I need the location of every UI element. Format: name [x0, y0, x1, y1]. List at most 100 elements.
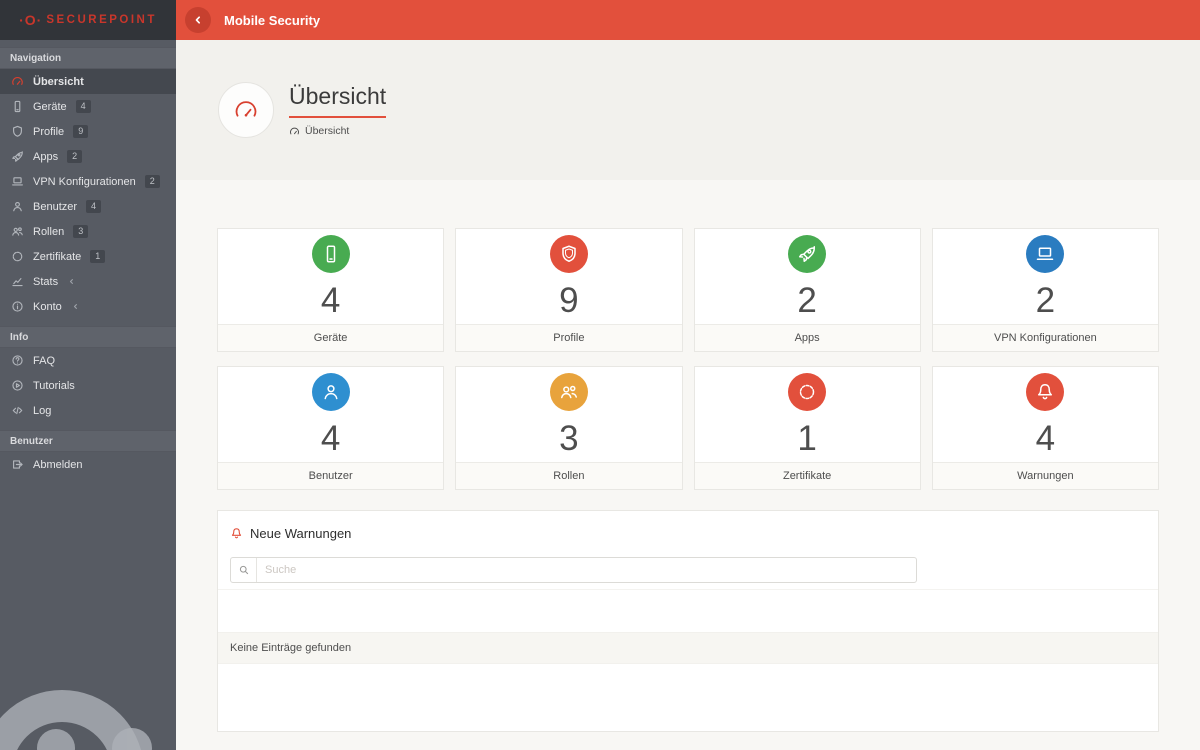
smartphone-icon — [311, 235, 350, 273]
card-value: 3 — [559, 419, 579, 458]
sidebar-item-label: Benutzer — [33, 200, 78, 213]
sidebar-item-profile[interactable]: Profile 9 — [0, 119, 176, 144]
sidebar-item-label: VPN Konfigurationen — [33, 175, 136, 188]
card-value: 4 — [320, 281, 341, 320]
card-rollen[interactable]: 3 Rollen — [455, 366, 683, 490]
back-button[interactable] — [185, 7, 211, 33]
rocket-icon — [788, 235, 827, 273]
sidebar-item-label: Apps — [33, 150, 59, 163]
card-value: 9 — [559, 281, 579, 320]
question-circle-icon — [10, 354, 24, 368]
card-label: Geräte — [218, 324, 444, 351]
card-label: Warnungen — [932, 462, 1158, 489]
sidebar-item-label: Stats — [33, 275, 59, 288]
card-zertifikate[interactable]: 1 Zertifikate — [693, 366, 921, 490]
sidebar-item-apps[interactable]: Apps 2 — [0, 144, 176, 169]
logo-brand-name: SECUREPOINT — [46, 14, 157, 26]
card-vpn-konfigurationen[interactable]: 2 VPN Konfigurationen — [931, 228, 1159, 352]
sidebar-item-log[interactable]: Log — [0, 398, 176, 423]
card-benutzer[interactable]: 4 Benutzer — [217, 366, 445, 490]
sidebar-item-label: Profile — [33, 125, 65, 138]
rocket-icon — [10, 150, 24, 164]
card-label: Rollen — [456, 462, 682, 489]
sidebar-item-geraete[interactable]: Geräte 4 — [0, 94, 176, 119]
sidebar-section-benutzer: Benutzer — [0, 430, 176, 452]
securepoint-watermark-logo — [0, 690, 152, 750]
sidebar-item-rollen[interactable]: Rollen 3 — [0, 219, 176, 244]
topbar: Mobile Security — [176, 0, 1200, 40]
laptop-icon — [10, 175, 24, 189]
chevron-left-icon — [192, 14, 204, 26]
sidebar-item-stats[interactable]: Stats — [0, 269, 176, 294]
count-badge: 2 — [67, 150, 83, 163]
breadcrumb-label: Übersicht — [305, 125, 350, 137]
sidebar-item-label: Rollen — [33, 225, 65, 238]
card-label: Apps — [694, 324, 920, 351]
logout-icon — [10, 458, 24, 472]
certificate-icon — [788, 373, 827, 411]
logo-o-mark: ·O· — [19, 12, 43, 28]
card-label: Profile — [456, 324, 682, 351]
sidebar-item-zertifikate[interactable]: Zertifikate 1 — [0, 244, 176, 269]
empty-state-message: Keine Einträge gefunden — [218, 632, 1158, 664]
card-value: 1 — [797, 419, 817, 458]
laptop-icon — [1026, 235, 1065, 273]
sidebar-section-info: Info — [0, 326, 176, 348]
count-badge: 1 — [90, 250, 106, 263]
code-icon — [10, 404, 24, 418]
card-label: Zertifikate — [694, 462, 920, 489]
card-warnungen[interactable]: 4 Warnungen — [931, 366, 1159, 490]
card-value: 2 — [797, 281, 817, 320]
sidebar-item-uebersicht[interactable]: Übersicht — [0, 69, 176, 94]
card-profile[interactable]: 9 Profile — [455, 228, 683, 352]
gauge-icon — [218, 82, 274, 138]
count-badge: 4 — [86, 200, 102, 213]
chevron-left-icon — [71, 302, 81, 312]
chevron-left-icon — [67, 277, 77, 287]
sidebar-item-benutzer[interactable]: Benutzer 4 — [0, 194, 176, 219]
bell-icon — [1026, 373, 1065, 411]
users-icon — [10, 225, 24, 239]
sidebar: ·O· SECUREPOINT Navigation Übersicht Ger… — [0, 0, 176, 750]
sidebar-item-abmelden[interactable]: Abmelden — [0, 452, 176, 477]
card-apps[interactable]: 2 Apps — [693, 228, 921, 352]
sidebar-item-tutorials[interactable]: Tutorials — [0, 373, 176, 398]
shield-icon — [549, 235, 588, 273]
user-icon — [311, 373, 350, 411]
search-input[interactable] — [257, 558, 916, 582]
sidebar-item-faq[interactable]: FAQ — [0, 348, 176, 373]
sidebar-item-label: Zertifikate — [33, 250, 82, 263]
sidebar-item-vpn-konfigurationen[interactable]: VPN Konfigurationen 2 — [0, 169, 176, 194]
panel-header: Neue Warnungen — [218, 511, 1158, 541]
topbar-title: Mobile Security — [224, 12, 321, 28]
gauge-icon — [289, 126, 300, 137]
card-value: 4 — [320, 419, 341, 458]
sidebar-item-label: Log — [33, 404, 52, 417]
sidebar-item-konto[interactable]: Konto — [0, 294, 176, 319]
sidebar-item-label: FAQ — [33, 354, 56, 367]
chart-icon — [10, 275, 24, 289]
card-label: Benutzer — [218, 462, 444, 489]
page-header: Übersicht Übersicht — [176, 40, 1200, 180]
panel-title: Neue Warnungen — [250, 525, 352, 541]
sidebar-item-label: Übersicht — [33, 75, 84, 88]
breadcrumb[interactable]: Übersicht — [289, 125, 386, 137]
count-badge: 3 — [73, 225, 89, 238]
securepoint-logo: ·O· SECUREPOINT — [0, 0, 176, 40]
play-circle-icon — [10, 379, 24, 393]
dashboard-cards: 4 Geräte 9 Profile 2 Apps 2 VPN Konfigur… — [217, 228, 1159, 490]
gauge-icon — [10, 75, 24, 89]
info-circle-icon — [10, 300, 24, 314]
user-icon — [10, 200, 24, 214]
card-value: 4 — [1035, 419, 1056, 458]
card-geraete[interactable]: 4 Geräte — [217, 228, 445, 352]
count-badge: 2 — [144, 175, 160, 188]
main-content: Übersicht Übersicht 4 Geräte 9 Profile 2… — [176, 40, 1200, 750]
page-title: Übersicht — [289, 83, 387, 118]
sidebar-section-navigation: Navigation — [0, 47, 176, 69]
bell-icon — [230, 527, 243, 540]
count-badge: 9 — [73, 125, 89, 138]
sidebar-item-label: Tutorials — [33, 379, 75, 392]
search-group — [230, 557, 917, 583]
certificate-icon — [10, 250, 24, 264]
